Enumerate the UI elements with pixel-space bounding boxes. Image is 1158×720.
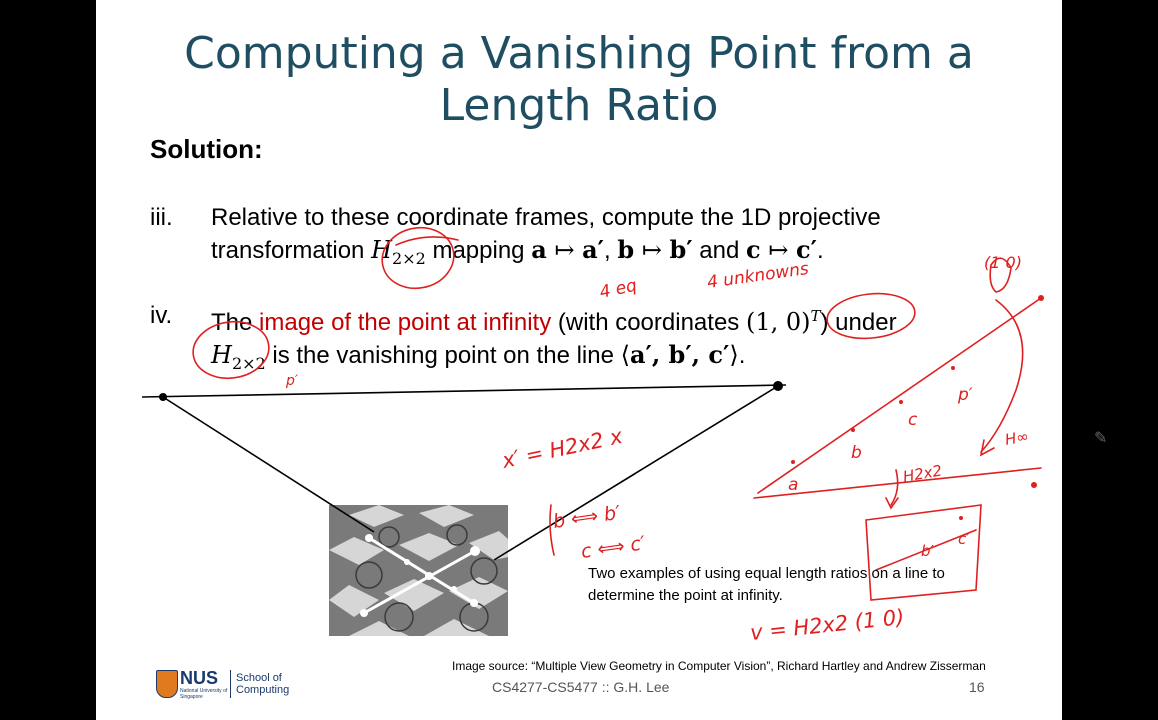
school-line-2: Computing xyxy=(236,684,290,696)
ann-c-map: c ⟺ c′ xyxy=(580,532,648,563)
left-converging-line xyxy=(162,396,375,533)
image-source: Image source: “Multiple View Geometry in… xyxy=(452,659,986,673)
diagram-and-annotations: p′ 4 eq 4 unknowns (1 0) x′ = H2x2 x b ⟺… xyxy=(141,226,1044,645)
nus-subtitle: National University of Singapore xyxy=(180,688,228,700)
vanishing-point-right xyxy=(773,381,783,391)
page-number: 16 xyxy=(969,679,985,695)
school-line-1: School of xyxy=(236,672,282,684)
horizon-line xyxy=(141,384,787,398)
ann-one-zero: (1 0) xyxy=(984,253,1022,272)
ann-label-H: H2x2 xyxy=(902,461,944,486)
slide: Computing a Vanishing Point from a Lengt… xyxy=(96,0,1062,720)
nus-wordmark: NUS xyxy=(180,668,219,688)
ann-x-eq: x′ = H2x2 x xyxy=(499,424,625,473)
ann-four-eq: 4 eq xyxy=(598,275,639,302)
school-name: School of Computing xyxy=(236,672,289,696)
figure-caption: Two examples of using equal length ratio… xyxy=(588,563,945,607)
pen-cursor-icon: ✎ xyxy=(1094,430,1108,447)
caption-line-2: determine the point at infinity. xyxy=(588,587,783,604)
ann-label-bp: b′ xyxy=(921,542,935,560)
nus-crest-icon xyxy=(156,670,178,698)
ann-v-eq: v = H2x2 (1 0) xyxy=(749,605,905,645)
ann-b-map: b ⟺ b′ xyxy=(552,502,623,533)
ann-four-unknown: 4 unknowns xyxy=(706,259,810,293)
nus-logo: NUS National University of Singapore Sch… xyxy=(156,668,289,704)
ann-label-c: c xyxy=(908,410,918,430)
ann-label-pp: p′ xyxy=(957,385,973,405)
caption-line-1: Two examples of using equal length ratio… xyxy=(588,565,945,582)
ink-dots xyxy=(791,295,1044,520)
footer-course: CS4277-CS5477 :: G.H. Lee xyxy=(492,679,670,695)
ann-label-Hinf: H∞ xyxy=(1004,427,1031,449)
logo-divider xyxy=(230,670,231,698)
ann-label-b: b xyxy=(851,443,862,463)
ann-label-a: a xyxy=(788,475,798,495)
vanishing-point-left xyxy=(159,393,167,401)
ann-p-prime-1: p′ xyxy=(285,373,299,389)
ann-label-cp: c′ xyxy=(958,530,970,548)
